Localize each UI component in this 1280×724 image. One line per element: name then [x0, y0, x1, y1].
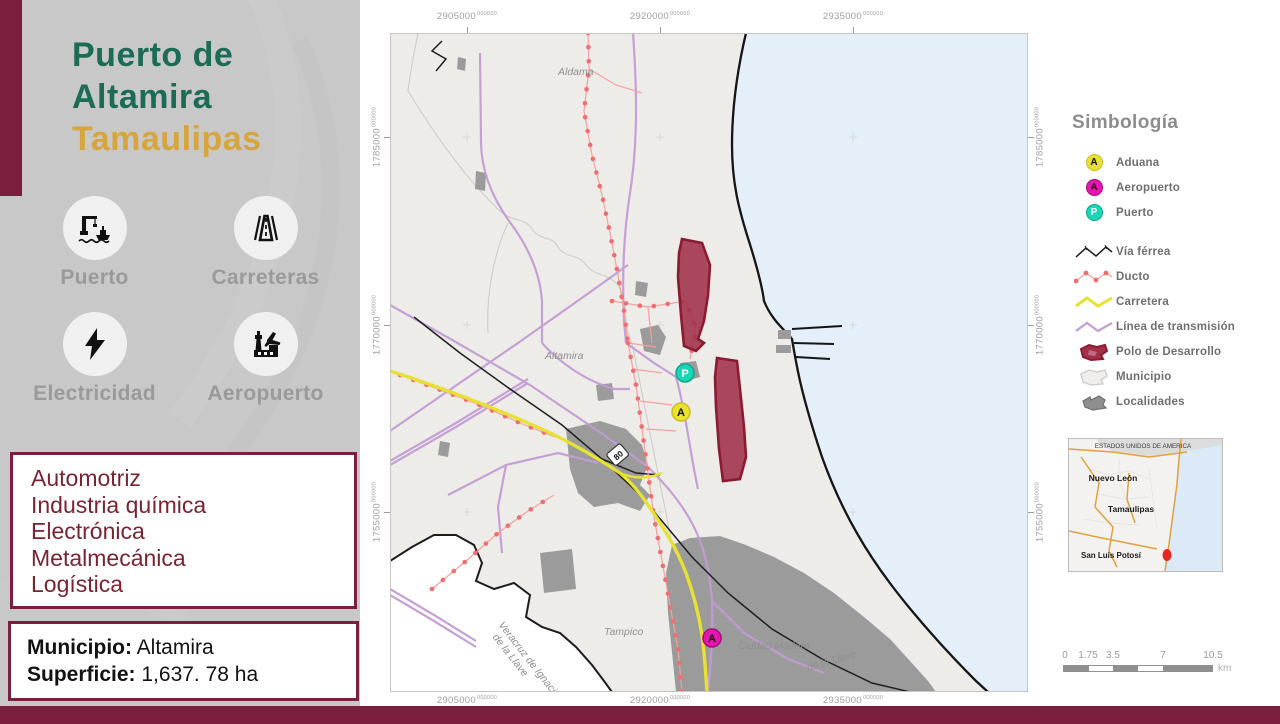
aeropuerto-marker: A [703, 629, 721, 647]
main-map: Aldama Altamira Tampico Ciudad Madero Ve… [390, 33, 1028, 692]
label-tampico: Tampico [604, 626, 643, 638]
map-x-tick-label: 2935000000000 [823, 695, 883, 706]
ducto-line-icon [1072, 268, 1116, 286]
title-line-1: Puerto de [72, 34, 262, 76]
grid-tick [1028, 512, 1034, 513]
transmission-line-icon [1072, 318, 1116, 336]
puerto-point-icon: P [1072, 204, 1116, 221]
map-y-tick-label: 1785000000000 [371, 107, 382, 167]
industry-item: Logística [31, 571, 354, 598]
label-aldama: Aldama [557, 66, 594, 78]
feature-puerto: Puerto [18, 196, 171, 290]
infographic-page: Puerto de Altamira Tamaulipas [0, 0, 1280, 724]
municipio-area-icon [1072, 366, 1116, 388]
svg-text:P: P [681, 368, 688, 380]
map-y-tick-label: 1755000000000 [1034, 482, 1045, 542]
municipality-box: Municipio: Altamira Superficie: 1,637. 7… [8, 621, 359, 701]
feature-grid: Puerto Carreteras [18, 196, 342, 406]
feature-label: Puerto [60, 266, 128, 290]
grid-tick [1028, 137, 1034, 138]
legend-item-linea-transmision: Línea de transmisión [1072, 314, 1272, 339]
scale-bar: 0 1.75 3.5 7 10.5 km [1063, 650, 1233, 678]
scale-bar-segments [1063, 665, 1213, 672]
aduana-point-icon: A [1072, 154, 1116, 171]
map-x-tick-label: 2920000000000 [630, 11, 690, 22]
industry-item: Automotriz [31, 465, 354, 492]
feature-carreteras: Carreteras [189, 196, 342, 290]
inset-label-slp: San Luis Potosí [1081, 551, 1142, 560]
legend-item-via-ferrea: Vía férrea [1072, 239, 1272, 264]
legend-item-localidades: Localidades [1072, 389, 1272, 414]
industry-item: Metalmecánica [31, 545, 354, 572]
map-y-tick-label: 1755000000000 [371, 482, 382, 542]
municipio-label: Municipio: [27, 636, 132, 659]
superficie-value: 1,637. 78 ha [141, 663, 258, 686]
carretera-line-icon [1072, 293, 1116, 311]
legend-item-puerto: P Puerto [1072, 200, 1272, 225]
scale-bar-unit: km [1218, 663, 1231, 674]
label-ciudad-madero: Ciudad Madero [738, 640, 810, 652]
grid-tick [1028, 325, 1034, 326]
puerto-marker: P [676, 364, 694, 382]
feature-label: Carreteras [211, 266, 319, 290]
map-y-tick-label: 1770000000000 [371, 295, 382, 355]
municipio-line: Municipio: Altamira [27, 634, 356, 661]
feature-electricidad: Electricidad [18, 312, 171, 406]
aeropuerto-point-icon: A [1072, 179, 1116, 196]
superficie-label: Superficie: [27, 663, 136, 686]
title-line-2: Altamira [72, 76, 262, 118]
inset-locator-map: ESTADOS UNIDOS DE AMERICA Nuevo León Tam… [1068, 438, 1223, 572]
page-title: Puerto de Altamira Tamaulipas [72, 34, 262, 160]
polo-area-icon [1072, 341, 1116, 363]
legend-item-carretera: Carretera [1072, 289, 1272, 314]
legend-item-aduana: A Aduana [1072, 150, 1272, 175]
superficie-line: Superficie: 1,637. 78 ha [27, 661, 356, 688]
feature-label: Electricidad [33, 382, 156, 406]
legend: Simbología A Aduana A Aeropuerto P Puert… [1072, 112, 1272, 414]
legend-item-polo: Polo de Desarrollo [1072, 339, 1272, 364]
inset-label-usa: ESTADOS UNIDOS DE AMERICA [1095, 443, 1192, 450]
port-crane-ship-icon [63, 196, 127, 260]
lightning-icon [63, 312, 127, 376]
map-y-tick-label: 1785000000000 [1034, 107, 1045, 167]
inset-location-dot [1163, 549, 1172, 561]
legend-item-municipio: Municipio [1072, 364, 1272, 389]
industry-item: Industria química [31, 492, 354, 519]
railway-line-icon [1072, 243, 1116, 261]
map-x-tick-label: 2935000000000 [823, 11, 883, 22]
highway-icon [234, 196, 298, 260]
industry-item: Electrónica [31, 518, 354, 545]
map-x-tick-label: 2920000000000 [630, 695, 690, 706]
title-subtitle: Tamaulipas [72, 118, 262, 160]
industry-list-box: Automotriz Industria química Electrónica… [10, 452, 357, 609]
localidades-area-icon [1072, 391, 1116, 413]
svg-text:A: A [677, 407, 685, 419]
feature-aeropuerto: Aeropuerto [189, 312, 342, 406]
map-canvas: Aldama Altamira Tampico Ciudad Madero Ve… [390, 33, 1028, 692]
legend-item-ducto: Ducto [1072, 264, 1272, 289]
label-altamira: Altamira [544, 350, 584, 362]
map-x-tick-label: 2905000000000 [437, 11, 497, 22]
feature-label: Aeropuerto [207, 382, 323, 406]
aduana-marker: A [672, 403, 690, 421]
map-y-tick-label: 1770000000000 [1034, 295, 1045, 355]
municipio-value: Altamira [137, 636, 214, 659]
map-x-tick-label: 2905000000000 [437, 695, 497, 706]
sidebar: Puerto de Altamira Tamaulipas [0, 0, 360, 706]
inset-label-tamaulipas: Tamaulipas [1108, 504, 1154, 514]
bottom-maroon-bar [0, 706, 1280, 724]
maroon-accent-bar [0, 0, 22, 196]
svg-text:A: A [708, 633, 716, 645]
airport-icon [234, 312, 298, 376]
legend-title: Simbología [1072, 112, 1272, 134]
legend-item-aeropuerto: A Aeropuerto [1072, 175, 1272, 200]
inset-label-nuevo-leon: Nuevo León [1089, 473, 1138, 483]
